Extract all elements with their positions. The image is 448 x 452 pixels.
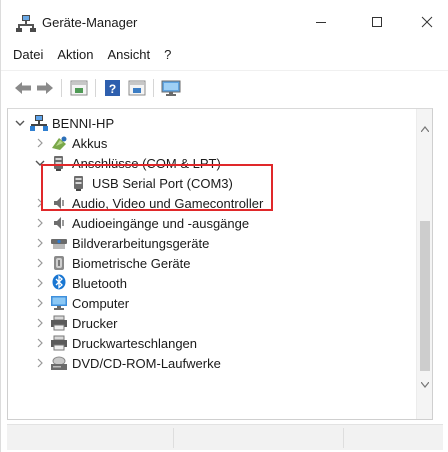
printer-icon <box>51 315 67 331</box>
menu-help[interactable]: ? <box>164 47 171 62</box>
tree-item-bluetooth[interactable]: Bluetooth <box>8 273 408 293</box>
tree-root[interactable]: BENNI-HP <box>8 113 408 133</box>
tree-item-label: DVD/CD-ROM-Laufwerke <box>72 355 221 371</box>
tree-item-label: Computer <box>72 295 130 311</box>
close-button[interactable] <box>407 8 447 36</box>
highlight-box <box>41 164 273 211</box>
maximize-button[interactable] <box>357 8 397 36</box>
tree-item-label: Bluetooth <box>72 275 127 291</box>
chevron-right-icon[interactable] <box>34 353 46 373</box>
menu-aktion[interactable]: Aktion <box>57 47 93 62</box>
tree-item-akkus[interactable]: Akkus <box>8 133 408 153</box>
tree-item-computer[interactable]: Computer <box>8 293 408 313</box>
computer-icon <box>30 115 48 131</box>
tree-item-label: Bildverarbeitungsgeräte <box>72 235 210 251</box>
bluetooth-icon <box>52 274 66 290</box>
chevron-right-icon[interactable] <box>34 133 46 153</box>
tree-item-label: Drucker <box>72 315 118 331</box>
vertical-scrollbar[interactable] <box>416 109 432 419</box>
scrollbar-thumb[interactable] <box>420 221 430 371</box>
scroll-up-icon[interactable] <box>417 121 432 137</box>
scan-hardware-icon[interactable] <box>161 79 181 97</box>
scroll-down-icon[interactable] <box>417 377 432 393</box>
disc-drive-icon <box>51 356 67 370</box>
update-driver-icon[interactable] <box>127 79 147 97</box>
device-manager-window: Geräte-Manager Datei Aktion Ansicht ? ? … <box>0 0 448 452</box>
tree-item-imaging[interactable]: Bildverarbeitungsgeräte <box>8 233 408 253</box>
device-manager-icon <box>16 15 36 32</box>
forward-arrow-icon[interactable] <box>35 79 55 97</box>
tree-root-label: BENNI-HP <box>52 115 115 131</box>
minimize-button[interactable] <box>301 8 341 36</box>
toolbar-separator <box>95 79 96 97</box>
printer-icon <box>51 335 67 351</box>
back-arrow-icon[interactable] <box>13 79 33 97</box>
properties-icon[interactable] <box>69 79 89 97</box>
tree-item-biometric[interactable]: Biometrische Geräte <box>8 253 408 273</box>
status-divider <box>343 428 344 448</box>
maximize-icon <box>372 17 382 27</box>
monitor-icon <box>51 296 67 310</box>
menu-datei[interactable]: Datei <box>13 47 43 62</box>
tree-item-label: Druckwarteschlangen <box>72 335 198 351</box>
tree-item-label: Biometrische Geräte <box>72 255 191 271</box>
device-tree[interactable]: BENNI-HP Akkus Anschlüsse (COM & LPT) US… <box>7 108 433 420</box>
toolbar: ? <box>1 70 448 104</box>
tree-item-dvd[interactable]: DVD/CD-ROM-Laufwerke <box>8 353 408 373</box>
status-bar <box>7 424 443 450</box>
tree-item-label: Akkus <box>72 135 108 151</box>
chevron-right-icon[interactable] <box>34 313 46 333</box>
tree-item-audio-io[interactable]: Audioeingänge und -ausgänge <box>8 213 408 233</box>
menu-ansicht[interactable]: Ansicht <box>108 47 151 62</box>
chevron-right-icon[interactable] <box>34 333 46 353</box>
tree-item-label: Audioeingänge und -ausgänge <box>72 215 250 231</box>
toolbar-separator <box>153 79 154 97</box>
chevron-right-icon[interactable] <box>34 273 46 293</box>
tree-item-printer[interactable]: Drucker <box>8 313 408 333</box>
svg-text:?: ? <box>109 82 116 96</box>
window-title: Geräte-Manager <box>42 15 138 30</box>
battery-icon <box>52 136 67 150</box>
title-bar[interactable]: Geräte-Manager <box>1 0 448 40</box>
help-icon[interactable]: ? <box>103 79 123 97</box>
status-divider <box>173 428 174 448</box>
chevron-right-icon[interactable] <box>34 233 46 253</box>
chevron-right-icon[interactable] <box>34 213 46 233</box>
toolbar-separator <box>61 79 62 97</box>
minimize-icon <box>316 22 326 23</box>
close-icon <box>421 16 433 28</box>
fingerprint-icon <box>54 256 64 270</box>
chevron-right-icon[interactable] <box>34 253 46 273</box>
menu-bar: Datei Aktion Ansicht ? <box>1 40 448 68</box>
camera-icon <box>51 239 67 249</box>
chevron-down-icon[interactable] <box>14 113 26 133</box>
speaker-icon <box>54 217 64 229</box>
tree-item-print-queues[interactable]: Druckwarteschlangen <box>8 333 408 353</box>
chevron-right-icon[interactable] <box>34 293 46 313</box>
